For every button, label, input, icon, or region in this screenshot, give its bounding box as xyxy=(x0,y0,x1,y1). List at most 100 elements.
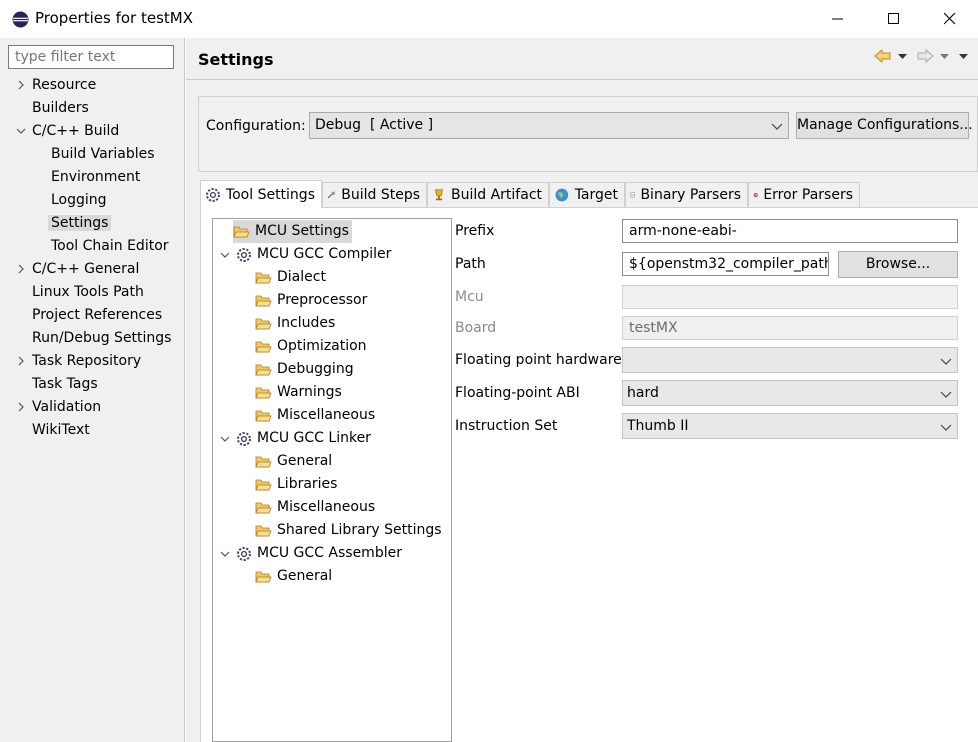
tree-item-mcu-settings[interactable]: MCU Settings xyxy=(233,220,352,243)
folder-open-icon xyxy=(255,502,272,514)
prefix-field[interactable]: arm-none-eabi- xyxy=(622,219,958,243)
nav-item-environment[interactable]: Environment xyxy=(14,166,184,189)
configuration-select[interactable]: Debug [ Active ] xyxy=(309,112,789,139)
chevron-down-icon xyxy=(940,424,952,431)
gear-icon xyxy=(237,431,251,446)
nav-item-builders[interactable]: Builders xyxy=(14,97,184,120)
tree-item-preprocessor[interactable]: Preprocessor xyxy=(255,289,367,312)
folder-open-icon xyxy=(255,364,272,376)
back-history-dropdown-icon[interactable] xyxy=(897,52,909,62)
tab-label: Error Parsers xyxy=(763,187,853,203)
globe-icon xyxy=(555,188,569,202)
folder-open-icon xyxy=(255,295,272,307)
tree-item-label: Shared Library Settings xyxy=(277,522,442,538)
instruction-set-value: Thumb II xyxy=(627,418,689,434)
folder-open-icon xyxy=(255,456,272,468)
close-icon xyxy=(944,13,956,25)
tab-label: Target xyxy=(574,187,618,203)
nav-item-task-repository[interactable]: Task Repository xyxy=(14,350,184,373)
nav-item-label: Build Variables xyxy=(51,146,155,162)
back-arrow-icon[interactable] xyxy=(874,48,892,64)
tab-binary-parsers[interactable]: 010 Binary Parsers xyxy=(625,182,748,207)
tree-item-includes[interactable]: Includes xyxy=(255,312,335,335)
nav-item-build-variables[interactable]: Build Variables xyxy=(14,143,184,166)
tree-item-assembler-general[interactable]: General xyxy=(255,565,332,588)
tree-item-libraries[interactable]: Libraries xyxy=(255,473,337,496)
mcu-field xyxy=(622,285,958,309)
nav-item-tool-chain-editor[interactable]: Tool Chain Editor xyxy=(14,235,184,258)
instruction-set-label: Instruction Set xyxy=(455,418,558,434)
chevron-right-icon[interactable] xyxy=(14,78,28,92)
nav-item-project-references[interactable]: Project References xyxy=(14,304,184,327)
tree-item-mcu-gcc-compiler[interactable]: MCU GCC Compiler xyxy=(219,243,391,266)
chevron-down-icon[interactable] xyxy=(219,548,231,560)
tree-item-debugging[interactable]: Debugging xyxy=(255,358,354,381)
nav-item-validation[interactable]: Validation xyxy=(14,396,184,419)
fp-abi-select[interactable]: hard xyxy=(622,380,958,406)
tree-item-linker-miscellaneous[interactable]: Miscellaneous xyxy=(255,496,375,519)
instruction-set-select[interactable]: Thumb II xyxy=(622,413,958,439)
browse-button[interactable]: Browse... xyxy=(838,251,958,278)
chevron-down-icon[interactable] xyxy=(219,433,231,445)
tree-item-shared-library-settings[interactable]: Shared Library Settings xyxy=(255,519,442,542)
trophy-icon xyxy=(435,189,443,201)
manage-configurations-button[interactable]: Manage Configurations... xyxy=(796,112,973,139)
tree-item-label: MCU GCC Assembler xyxy=(257,545,402,561)
nav-item-label: Task Repository xyxy=(32,353,142,369)
nav-item-label: Environment xyxy=(51,169,141,185)
view-menu-icon[interactable] xyxy=(958,52,970,62)
chevron-right-icon[interactable] xyxy=(14,400,28,414)
nav-item-label: Task Tags xyxy=(32,376,98,392)
nav-item-cpp-general[interactable]: C/C++ General xyxy=(14,258,184,281)
tab-label: Build Steps xyxy=(341,187,420,203)
tab-tool-settings[interactable]: Tool Settings xyxy=(200,180,322,208)
chevron-right-icon[interactable] xyxy=(14,262,28,276)
page-title: Settings xyxy=(198,50,274,69)
close-button[interactable] xyxy=(922,0,978,38)
maximize-button[interactable] xyxy=(866,0,922,38)
nav-tree: Resource Builders C/C++ Build Build Vari… xyxy=(14,74,184,442)
forward-arrow-icon[interactable] xyxy=(916,48,934,64)
gear-icon xyxy=(237,247,251,262)
chevron-down-icon xyxy=(940,391,952,398)
tree-item-warnings[interactable]: Warnings xyxy=(255,381,342,404)
tab-build-steps[interactable]: Build Steps xyxy=(322,182,427,207)
folder-open-icon xyxy=(255,525,272,537)
tree-item-dialect[interactable]: Dialect xyxy=(255,266,326,289)
nav-item-wikitext[interactable]: WikiText xyxy=(14,419,184,442)
nav-item-label: Project References xyxy=(32,307,163,323)
nav-item-task-tags[interactable]: Task Tags xyxy=(14,373,184,396)
tab-error-parsers[interactable]: Error Parsers xyxy=(748,182,860,207)
nav-item-logging[interactable]: Logging xyxy=(14,189,184,212)
nav-item-label: Settings xyxy=(48,215,112,231)
path-field[interactable]: ${openstm32_compiler_path} xyxy=(622,252,829,276)
fp-hardware-select[interactable] xyxy=(622,347,958,373)
tree-item-label: MCU GCC Linker xyxy=(257,430,371,446)
minimize-button[interactable] xyxy=(810,0,866,38)
tab-build-artifact[interactable]: Build Artifact xyxy=(427,182,549,207)
folder-open-icon xyxy=(255,318,272,330)
nav-item-linux-tools-path[interactable]: Linux Tools Path xyxy=(14,281,184,304)
chevron-down-icon[interactable] xyxy=(219,249,231,261)
folder-open-icon xyxy=(233,226,250,238)
tree-item-optimization[interactable]: Optimization xyxy=(255,335,367,358)
tree-item-mcu-gcc-assembler[interactable]: MCU GCC Assembler xyxy=(219,542,402,565)
tree-item-compiler-miscellaneous[interactable]: Miscellaneous xyxy=(255,404,375,427)
chevron-right-icon[interactable] xyxy=(14,354,28,368)
nav-item-resource[interactable]: Resource xyxy=(14,74,184,97)
filter-input[interactable] xyxy=(8,45,174,69)
folder-open-icon xyxy=(255,272,272,284)
folder-open-icon xyxy=(255,387,272,399)
configuration-value: Debug [ Active ] xyxy=(315,117,434,133)
tree-item-mcu-gcc-linker[interactable]: MCU GCC Linker xyxy=(219,427,371,450)
tree-item-linker-general[interactable]: General xyxy=(255,450,332,473)
chevron-down-icon[interactable] xyxy=(14,124,28,138)
forward-history-dropdown-icon[interactable] xyxy=(939,52,951,62)
nav-item-run-debug-settings[interactable]: Run/Debug Settings xyxy=(14,327,184,350)
nav-item-settings[interactable]: Settings xyxy=(14,212,184,235)
folder-open-icon xyxy=(255,571,272,583)
nav-item-cpp-build[interactable]: C/C++ Build xyxy=(14,120,184,143)
tab-target[interactable]: Target xyxy=(549,182,625,207)
tree-item-label: MCU Settings xyxy=(255,223,349,239)
board-label: Board xyxy=(455,320,497,336)
